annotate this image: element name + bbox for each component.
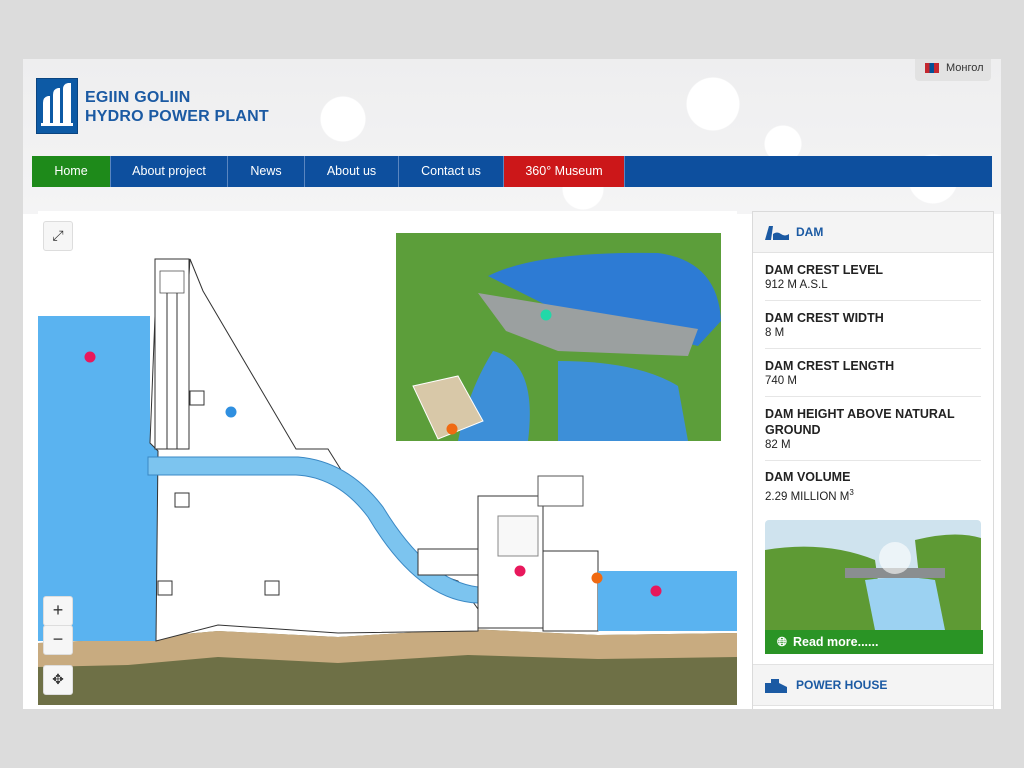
stat-value: 740 M xyxy=(765,375,797,387)
read-more-button[interactable]: 🌐︎ Read more...... xyxy=(765,630,983,654)
brand-line-2: HYDRO POWER PLANT xyxy=(85,108,269,125)
nav-home[interactable]: Home xyxy=(32,156,111,187)
stat-crest-width: DAM CREST WIDTH 8 M xyxy=(765,310,981,349)
zoom-out-button[interactable]: − xyxy=(43,625,73,655)
nav-news[interactable]: News xyxy=(228,156,305,187)
stat-label: DAM CREST LENGTH xyxy=(765,359,895,373)
dam-cross-section-diagram xyxy=(38,233,737,705)
power-house-icon xyxy=(765,679,787,693)
stat-label: DAM VOLUME xyxy=(765,470,851,484)
stat-value-text: 2.29 MILLION M xyxy=(765,490,850,503)
stat-value: 912 M A.S.L xyxy=(765,279,828,291)
main-nav: Home About project News About us Contact… xyxy=(32,156,992,187)
brand-title[interactable]: EGIIN GOLIIN HYDRO POWER PLANT xyxy=(85,88,269,126)
stat-crest-length: DAM CREST LENGTH 740 M xyxy=(765,358,981,397)
stat-value: 82 M xyxy=(765,439,791,451)
nav-about-project[interactable]: About project xyxy=(111,156,228,187)
stat-crest-level: DAM CREST LEVEL 912 M A.S.L xyxy=(765,262,981,301)
stat-label: DAM HEIGHT ABOVE NATURAL GROUND xyxy=(765,407,955,437)
language-switcher[interactable]: Монгол xyxy=(915,59,991,81)
stat-value: 2.29 MILLION M3 xyxy=(765,485,981,505)
stat-label: DAM CREST LEVEL xyxy=(765,263,884,277)
fullscreen-icon[interactable]: ⤢ xyxy=(43,221,73,251)
nav-360-museum[interactable]: 360° Museum xyxy=(504,156,625,187)
language-label: Монгол xyxy=(946,62,984,74)
nav-about-us[interactable]: About us xyxy=(305,156,399,187)
dam-thumbnail-image[interactable] xyxy=(765,520,981,630)
dam-icon xyxy=(765,226,789,240)
stat-value: 8 M xyxy=(765,327,785,339)
zoom-in-button[interactable]: + xyxy=(43,596,73,626)
power-house-section-header[interactable]: POWER HOUSE xyxy=(753,664,993,706)
read-more-label: Read more...... xyxy=(793,635,879,649)
stat-height: DAM HEIGHT ABOVE NATURAL GROUND 82 M xyxy=(765,406,981,461)
dam-section-title: DAM xyxy=(796,225,824,239)
stat-value-sup: 3 xyxy=(849,488,854,497)
aerial-view-inset xyxy=(396,233,721,441)
dam-cross-section-map[interactable]: ⤢ + − ✥ xyxy=(38,211,737,705)
logo-icon[interactable] xyxy=(36,78,78,134)
power-house-title: POWER HOUSE xyxy=(796,678,888,692)
info-sidebar: DAM DAM CREST LEVEL 912 M A.S.L DAM CRES… xyxy=(752,211,994,709)
stat-volume: DAM VOLUME 2.29 MILLION M3 xyxy=(765,469,981,509)
brand-line-1: EGIIN GOLIIN xyxy=(85,89,191,106)
mongolia-flag-icon xyxy=(925,63,939,73)
site-header: EGIIN GOLIIN HYDRO POWER PLANT Монгол Ho… xyxy=(23,59,1001,214)
stat-label: DAM CREST WIDTH xyxy=(765,311,884,325)
move-icon[interactable]: ✥ xyxy=(43,665,73,695)
dam-section-header[interactable]: DAM xyxy=(753,212,993,253)
globe-icon: 🌐︎ xyxy=(777,635,788,649)
page: EGIIN GOLIIN HYDRO POWER PLANT Монгол Ho… xyxy=(23,59,1001,709)
nav-contact-us[interactable]: Contact us xyxy=(399,156,504,187)
